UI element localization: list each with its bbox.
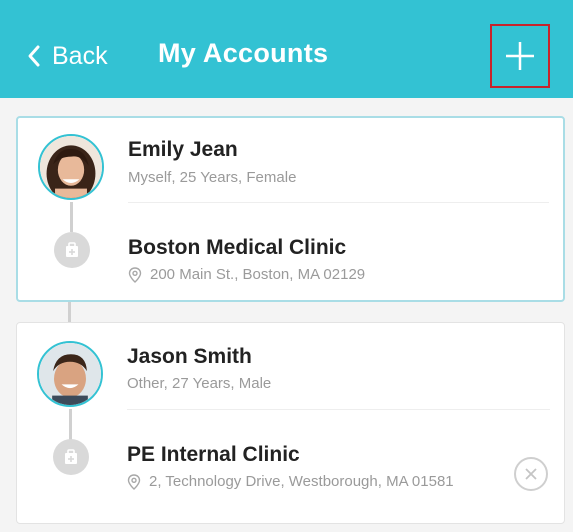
avatar — [38, 134, 104, 200]
clinic-address: 200 Main St., Boston, MA 02129 — [128, 264, 365, 286]
account-name: Emily Jean — [128, 138, 238, 161]
account-details: Myself, 25 Years, Female — [128, 169, 297, 186]
close-icon — [525, 468, 537, 480]
clinic-icon — [54, 232, 90, 268]
back-label: Back — [52, 41, 108, 70]
add-account-button[interactable] — [490, 24, 550, 88]
clinic-address: 2, Technology Drive, Westborough, MA 015… — [127, 471, 467, 493]
account-name: Jason Smith — [127, 345, 252, 368]
timeline-connector — [70, 202, 73, 232]
location-pin-icon — [127, 474, 141, 490]
clinic-address-text: 200 Main St., Boston, MA 02129 — [150, 266, 366, 283]
chevron-left-icon — [28, 45, 40, 67]
remove-account-button[interactable] — [514, 457, 548, 491]
account-card[interactable]: Emily Jean Myself, 25 Years, Female Bost… — [16, 116, 565, 302]
back-button[interactable]: Back — [26, 36, 108, 76]
divider — [128, 202, 549, 203]
avatar — [37, 341, 103, 407]
account-details: Other, 27 Years, Male — [127, 375, 272, 392]
plus-icon — [506, 42, 534, 70]
divider — [127, 409, 550, 410]
account-card[interactable]: Jason Smith Other, 27 Years, Male PE Int… — [16, 322, 565, 524]
timeline-connector — [69, 409, 72, 441]
clinic-address-text: 2, Technology Drive, Westborough, MA 015… — [149, 473, 454, 490]
timeline-connector — [68, 302, 71, 322]
app-header: Back My Accounts — [0, 0, 573, 98]
location-pin-icon — [128, 267, 142, 283]
clinic-name: Boston Medical Clinic — [128, 236, 347, 259]
clinic-name: PE Internal Clinic — [127, 443, 300, 466]
clinic-icon — [53, 439, 89, 475]
page-title: My Accounts — [158, 38, 329, 68]
